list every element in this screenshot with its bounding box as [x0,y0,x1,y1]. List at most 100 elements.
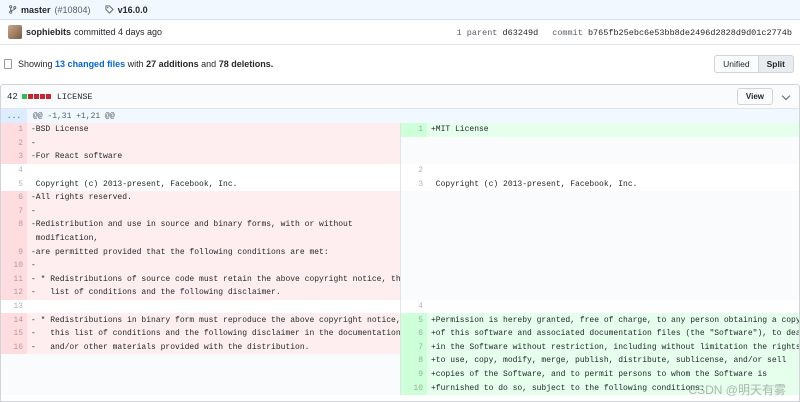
commit-shas: 1 parent d63249d commit b765fb25ebc6e53b… [457,20,792,45]
line-number[interactable]: 3 [401,177,427,191]
line-number[interactable]: 2 [401,164,427,178]
line-code [427,218,799,232]
diffstat-del-block [27,94,33,99]
split-diff: 1 -BSD License 2-3 -For React software 4 5 Co… [1,123,799,395]
unified-button[interactable]: Unified [714,55,759,73]
line-number[interactable]: 9 [1,245,27,259]
right-line [401,272,799,287]
expand-hunk-button[interactable]: ... [1,109,27,123]
parent-sha[interactable]: d63249d [503,28,539,38]
line-number[interactable] [401,136,427,151]
line-code [27,354,400,368]
line-number[interactable]: 2 [1,136,27,151]
commit-info: commit b765fb25ebc6e53bb8de2496d2828d9d0… [552,28,792,38]
line-code [427,245,799,259]
line-number[interactable]: 5 [1,177,27,191]
diff-right-side: 1 +MIT License 2 3 Copyright (c) 2013-prese… [400,123,799,395]
branch-bar: master (#10804) v16.0.0 [0,0,800,20]
line-number[interactable]: 4 [1,164,27,178]
hunk-range: @@ -1,31 +1,21 @@ [27,109,799,123]
line-code: - and/or other materials provided with t… [27,340,400,355]
tag-link[interactable]: v16.0.0 [105,5,148,15]
left-line: 1 -BSD License [1,123,400,137]
line-number[interactable]: 11 [1,272,27,287]
line-number[interactable] [401,245,427,259]
left-line: 16- and/or other materials provided with… [1,340,400,355]
line-number[interactable] [401,231,427,246]
line-code: +copies of the Software, and to permit p… [427,367,799,382]
line-number[interactable] [401,190,427,205]
branch-link[interactable]: master (#10804) [8,5,91,15]
commit-sha: b765fb25ebc6e53bb8de2496d2828d9d01c2774b [587,27,792,38]
line-number[interactable] [1,231,27,246]
line-number[interactable]: 6 [401,326,427,341]
line-code: Copyright (c) 2013-present, Facebook, In… [431,179,638,189]
line-number[interactable]: 14 [1,313,27,327]
split-button[interactable]: Split [758,55,794,73]
line-code: +to use, copy, modify, merge, publish, d… [427,354,799,368]
avatar[interactable] [8,25,22,39]
left-line: 4 [1,164,400,178]
diff-left-side: 1 -BSD License 2-3 -For React software 4 5 Co… [1,123,400,395]
line-number[interactable] [401,150,427,164]
line-number[interactable] [401,286,427,300]
line-number[interactable] [1,367,27,382]
right-line: 1 +MIT License [401,123,799,137]
line-number[interactable]: 10 [401,381,427,395]
line-code: +of this software and associated documen… [427,326,799,341]
file-diff: 42 LICENSE View ... @@ -1,31 +1,21 @@ 1-… [0,84,800,402]
line-number[interactable] [401,204,427,219]
git-branch-icon [9,5,17,14]
summary-showing: Showing [18,59,53,69]
diff-summary: Showing 13 changed files with 27 additio… [0,52,800,76]
diffstat-bars [21,94,51,99]
line-code [27,367,400,382]
line-number[interactable] [401,272,427,287]
line-number[interactable]: 16 [1,340,27,355]
line-number[interactable]: 3 [1,150,27,164]
right-line: 5 +Permission is hereby granted, free of … [401,313,799,327]
line-number[interactable]: 7 [1,204,27,219]
changed-files-link[interactable]: 13 changed files [55,59,125,69]
commit-label: commit [552,27,583,38]
chevron-down-icon[interactable] [781,91,791,101]
left-line: 11- * Redistributions of source code mus… [1,272,400,287]
line-number[interactable] [1,354,27,368]
line-number[interactable] [401,218,427,232]
line-number[interactable]: 1 [1,123,27,137]
view-file-button[interactable]: View [736,88,773,105]
line-number[interactable]: 13 [1,300,27,314]
line-number[interactable]: 9 [401,367,427,382]
line-number[interactable]: 6 [1,190,27,205]
right-line [401,218,799,232]
commit-author[interactable]: sophiebits [26,27,71,37]
right-line: 9 +copies of the Software, and to permit … [401,367,799,382]
right-line: 8 +to use, copy, modify, merge, publish, … [401,354,799,368]
line-number[interactable]: 10 [1,258,27,273]
tag-name: v16.0.0 [117,4,148,15]
watermark: CSDN @明天有雾 [688,383,786,397]
line-number[interactable]: 5 [401,313,427,327]
file-name[interactable]: LICENSE [57,92,93,102]
line-number[interactable]: 7 [401,340,427,355]
line-code [427,231,799,246]
line-number[interactable]: 4 [401,300,427,314]
line-number[interactable]: 12 [1,286,27,300]
line-number[interactable]: 15 [1,326,27,341]
right-line [401,258,799,273]
pr-number[interactable]: (#10804) [55,5,91,15]
line-code [427,204,799,219]
line-number[interactable]: 8 [1,218,27,232]
left-line: 14- * Redistributions in binary form mus… [1,313,400,327]
line-number[interactable]: 1 [401,123,427,137]
line-code [427,272,799,287]
line-code: - list of conditions and the following d… [27,286,400,300]
left-line: 12- list of conditions and the following… [1,286,400,300]
line-number[interactable] [1,381,27,395]
file-diff-icon [4,59,12,69]
left-line [1,354,400,368]
commit-meta: committed 4 days ago [74,27,163,37]
line-number[interactable]: 8 [401,354,427,368]
line-number[interactable] [401,258,427,273]
left-line: modification, [1,231,400,246]
